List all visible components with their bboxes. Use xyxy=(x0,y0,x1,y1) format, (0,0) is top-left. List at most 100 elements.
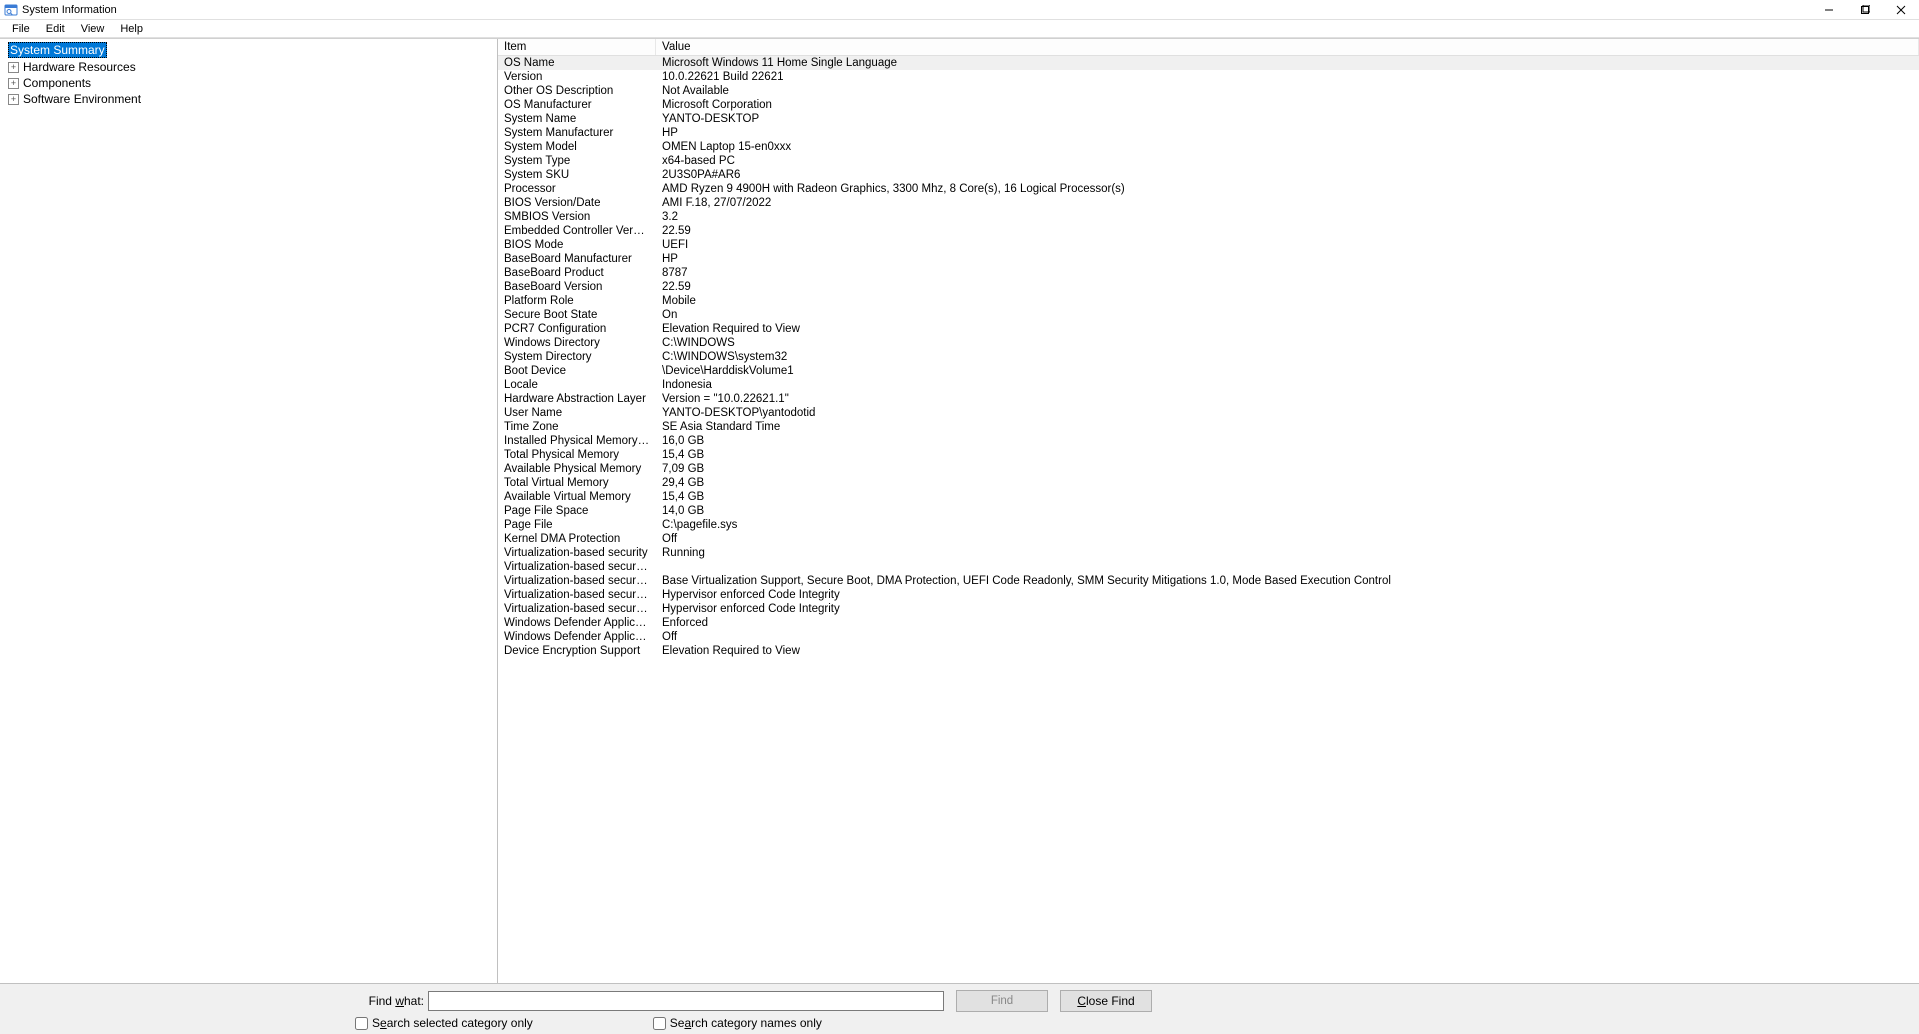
detail-value: Microsoft Windows 11 Home Single Languag… xyxy=(656,56,1919,70)
detail-row[interactable]: Version10.0.22621 Build 22621 xyxy=(498,70,1919,84)
detail-value: Off xyxy=(656,532,1919,546)
detail-row[interactable]: PCR7 ConfigurationElevation Required to … xyxy=(498,322,1919,336)
detail-row[interactable]: Installed Physical Memory (RAM)16,0 GB xyxy=(498,434,1919,448)
detail-value: x64-based PC xyxy=(656,154,1919,168)
detail-row[interactable]: System SKU2U3S0PA#AR6 xyxy=(498,168,1919,182)
detail-value: Elevation Required to View xyxy=(656,322,1919,336)
menubar: File Edit View Help xyxy=(0,20,1919,38)
detail-value: Elevation Required to View xyxy=(656,644,1919,658)
checkbox-input[interactable] xyxy=(653,1017,666,1030)
detail-row[interactable]: System ManufacturerHP xyxy=(498,126,1919,140)
detail-row[interactable]: Total Virtual Memory29,4 GB xyxy=(498,476,1919,490)
detail-item: PCR7 Configuration xyxy=(498,322,656,336)
detail-row[interactable]: Virtualization-based securityRunning xyxy=(498,546,1919,560)
find-button[interactable]: Find xyxy=(956,990,1048,1012)
detail-row[interactable]: System Typex64-based PC xyxy=(498,154,1919,168)
detail-value: AMD Ryzen 9 4900H with Radeon Graphics, … xyxy=(656,182,1919,196)
detail-row[interactable]: BaseBoard ManufacturerHP xyxy=(498,252,1919,266)
category-tree[interactable]: System Summary + Hardware Resources + Co… xyxy=(0,39,498,983)
detail-value: 22.59 xyxy=(656,224,1919,238)
detail-item: System SKU xyxy=(498,168,656,182)
titlebar-controls xyxy=(1811,0,1919,20)
detail-row[interactable]: Virtualization-based security Se...Hyper… xyxy=(498,602,1919,616)
expand-icon[interactable]: + xyxy=(8,62,19,73)
detail-row[interactable]: Time ZoneSE Asia Standard Time xyxy=(498,420,1919,434)
detail-value: HP xyxy=(656,252,1919,266)
detail-item: BaseBoard Version xyxy=(498,280,656,294)
detail-row[interactable]: ProcessorAMD Ryzen 9 4900H with Radeon G… xyxy=(498,182,1919,196)
detail-item: Embedded Controller Version xyxy=(498,224,656,238)
menu-file[interactable]: File xyxy=(4,22,38,36)
titlebar-left: System Information xyxy=(4,3,117,17)
detail-row[interactable]: Windows Defender Application...Off xyxy=(498,630,1919,644)
detail-row[interactable]: System NameYANTO-DESKTOP xyxy=(498,112,1919,126)
detail-row[interactable]: Windows Defender Application...Enforced xyxy=(498,616,1919,630)
detail-row[interactable]: LocaleIndonesia xyxy=(498,378,1919,392)
details-panel[interactable]: Item Value OS NameMicrosoft Windows 11 H… xyxy=(498,39,1919,983)
detail-row[interactable]: Windows DirectoryC:\WINDOWS xyxy=(498,336,1919,350)
close-button[interactable] xyxy=(1883,0,1919,20)
detail-item: User Name xyxy=(498,406,656,420)
close-find-button[interactable]: Close Find xyxy=(1060,990,1152,1012)
expand-icon[interactable]: + xyxy=(8,94,19,105)
find-what-input[interactable] xyxy=(428,991,944,1011)
tree-label: Software Environment xyxy=(23,92,141,106)
column-header-value[interactable]: Value xyxy=(656,39,1919,55)
detail-row[interactable]: Virtualization-based security Av...Base … xyxy=(498,574,1919,588)
detail-row[interactable]: Platform RoleMobile xyxy=(498,294,1919,308)
menu-edit[interactable]: Edit xyxy=(38,22,73,36)
detail-row[interactable]: BaseBoard Product8787 xyxy=(498,266,1919,280)
detail-row[interactable]: Page File Space14,0 GB xyxy=(498,504,1919,518)
detail-item: OS Name xyxy=(498,56,656,70)
detail-value: Mobile xyxy=(656,294,1919,308)
tree-software-environment[interactable]: + Software Environment xyxy=(0,91,497,107)
detail-value: C:\WINDOWS xyxy=(656,336,1919,350)
detail-row[interactable]: Boot Device\Device\HarddiskVolume1 xyxy=(498,364,1919,378)
detail-row[interactable]: BaseBoard Version22.59 xyxy=(498,280,1919,294)
detail-row[interactable]: BIOS Version/DateAMI F.18, 27/07/2022 xyxy=(498,196,1919,210)
detail-value: YANTO-DESKTOP\yantodotid xyxy=(656,406,1919,420)
checkbox-input[interactable] xyxy=(355,1017,368,1030)
detail-row[interactable]: Page FileC:\pagefile.sys xyxy=(498,518,1919,532)
detail-row[interactable]: Total Physical Memory15,4 GB xyxy=(498,448,1919,462)
detail-row[interactable]: Available Virtual Memory15,4 GB xyxy=(498,490,1919,504)
detail-row[interactable]: BIOS ModeUEFI xyxy=(498,238,1919,252)
detail-item: System Model xyxy=(498,140,656,154)
detail-row[interactable]: Virtualization-based security Se...Hyper… xyxy=(498,588,1919,602)
maximize-button[interactable] xyxy=(1847,0,1883,20)
detail-value: Enforced xyxy=(656,616,1919,630)
detail-row[interactable]: System DirectoryC:\WINDOWS\system32 xyxy=(498,350,1919,364)
search-selected-category-checkbox[interactable]: Search selected category only xyxy=(355,1016,533,1030)
checkbox-label: Search category names only xyxy=(670,1016,822,1030)
menu-help[interactable]: Help xyxy=(112,22,151,36)
findbar-row1: Find what: Find Close Find xyxy=(0,988,1919,1014)
detail-value: Microsoft Corporation xyxy=(656,98,1919,112)
menu-view[interactable]: View xyxy=(73,22,113,36)
detail-value: 8787 xyxy=(656,266,1919,280)
findbar-row2: Search selected category only Search cat… xyxy=(0,1014,1919,1030)
app-icon xyxy=(4,3,18,17)
detail-row[interactable]: System ModelOMEN Laptop 15-en0xxx xyxy=(498,140,1919,154)
tree-system-summary[interactable]: System Summary xyxy=(0,41,497,59)
detail-row[interactable]: Secure Boot StateOn xyxy=(498,308,1919,322)
detail-row[interactable]: SMBIOS Version3.2 xyxy=(498,210,1919,224)
detail-row[interactable]: Hardware Abstraction LayerVersion = "10.… xyxy=(498,392,1919,406)
detail-row[interactable]: Device Encryption SupportElevation Requi… xyxy=(498,644,1919,658)
detail-row[interactable]: Other OS DescriptionNot Available xyxy=(498,84,1919,98)
detail-row[interactable]: Available Physical Memory7,09 GB xyxy=(498,462,1919,476)
tree-components[interactable]: + Components xyxy=(0,75,497,91)
detail-row[interactable]: Kernel DMA ProtectionOff xyxy=(498,532,1919,546)
detail-item: Secure Boot State xyxy=(498,308,656,322)
tree-hardware-resources[interactable]: + Hardware Resources xyxy=(0,59,497,75)
search-category-names-checkbox[interactable]: Search category names only xyxy=(653,1016,822,1030)
detail-item: Virtualization-based security Se... xyxy=(498,602,656,616)
detail-row[interactable]: User NameYANTO-DESKTOP\yantodotid xyxy=(498,406,1919,420)
detail-row[interactable]: Embedded Controller Version22.59 xyxy=(498,224,1919,238)
detail-row[interactable]: Virtualization-based security Re... xyxy=(498,560,1919,574)
detail-row[interactable]: OS NameMicrosoft Windows 11 Home Single … xyxy=(498,56,1919,70)
detail-row[interactable]: OS ManufacturerMicrosoft Corporation xyxy=(498,98,1919,112)
detail-value: 14,0 GB xyxy=(656,504,1919,518)
column-header-item[interactable]: Item xyxy=(498,39,656,55)
minimize-button[interactable] xyxy=(1811,0,1847,20)
expand-icon[interactable]: + xyxy=(8,78,19,89)
